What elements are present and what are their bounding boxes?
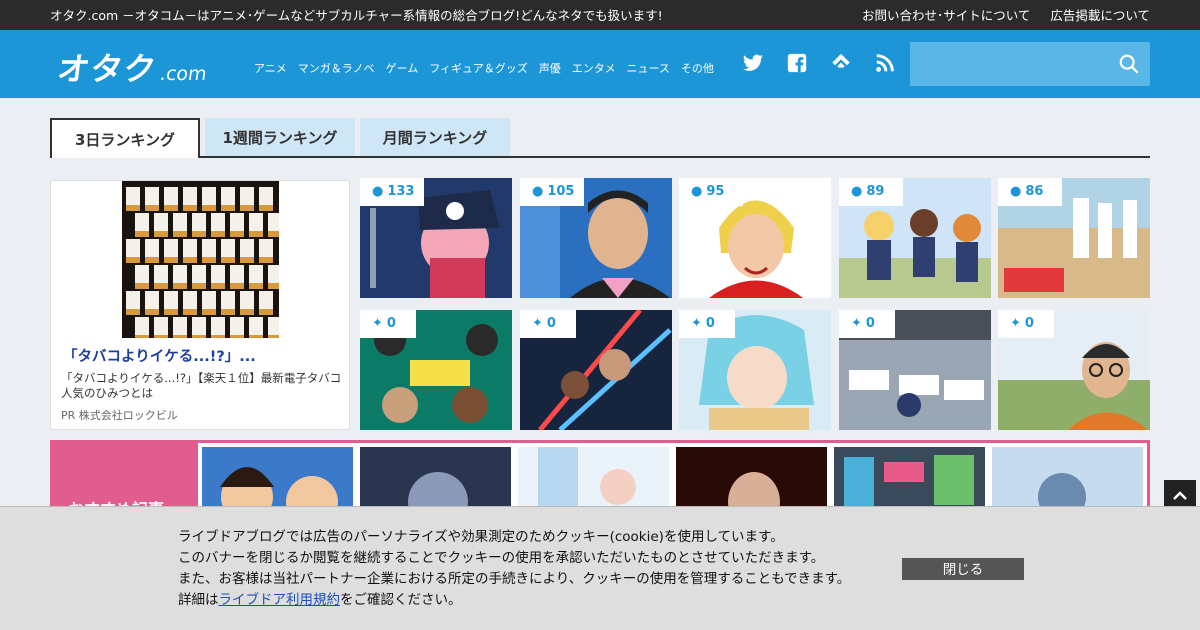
nav-item-news[interactable]: ニュース xyxy=(626,60,669,76)
tweet-count: 0 xyxy=(705,316,715,331)
comment-count: 105 xyxy=(547,184,575,199)
social-links xyxy=(742,52,896,74)
tab-3day-ranking[interactable]: 3日ランキング xyxy=(50,118,200,158)
ranking-card[interactable]: ✦ 0 xyxy=(679,310,831,430)
recommended-thumb[interactable] xyxy=(676,447,827,513)
comment-count: 89 xyxy=(866,184,885,199)
advertising-link[interactable]: 広告掲載について xyxy=(1050,0,1150,32)
recommended-thumb[interactable] xyxy=(992,447,1143,513)
comment-count-badge: ● 86 xyxy=(998,178,1062,206)
recommended-thumb[interactable] xyxy=(518,447,669,513)
cookie-details-suffix: をご確認ください。 xyxy=(340,592,462,608)
ranking-card[interactable]: ● 86 xyxy=(998,178,1150,298)
cookie-details-prefix: 詳細は xyxy=(178,592,219,608)
nav-item-figure[interactable]: フィギュア＆グッズ xyxy=(429,60,528,76)
contact-link[interactable]: お問い合わせ･サイトについて xyxy=(862,0,1030,32)
tweet-count-badge: ✦ 0 xyxy=(839,310,895,338)
nav-item-anime[interactable]: アニメ xyxy=(254,60,287,76)
feedly-icon[interactable] xyxy=(830,52,852,74)
twitter-icon[interactable] xyxy=(742,52,764,74)
tweet-count-badge: ✦ 0 xyxy=(360,310,416,338)
rss-icon[interactable] xyxy=(874,52,896,74)
tweet-count-badge: ✦ 0 xyxy=(998,310,1054,338)
tweet-count: 0 xyxy=(1024,316,1034,331)
twitter-icon: ✦ xyxy=(372,316,383,331)
site-tagline: オタク.com －オタコム－はアニメ･ゲームなどサブカルチャー系情報の総合ブログ… xyxy=(50,8,663,23)
recommended-strip: おすすめ記事 xyxy=(50,440,1150,519)
site-logo[interactable]: オタク.com xyxy=(55,44,211,90)
tab-weekly-ranking[interactable]: 1週間ランキング xyxy=(205,118,355,156)
nav-item-game[interactable]: ゲーム xyxy=(386,60,419,76)
tweet-count-badge: ✦ 0 xyxy=(679,310,735,338)
comment-icon: ● xyxy=(372,184,384,199)
ranking-card[interactable]: ● 133 xyxy=(360,178,512,298)
tweet-count: 0 xyxy=(546,316,556,331)
site-header: オタク.com アニメ マンガ＆ラノベ ゲーム フィギュア＆グッズ 声優 エンタ… xyxy=(0,30,1200,98)
logo-domain: .com xyxy=(158,63,209,85)
tweet-count: 0 xyxy=(386,316,396,331)
logo-text: オタク xyxy=(55,50,160,88)
comment-count: 86 xyxy=(1025,184,1044,199)
recommended-thumb[interactable] xyxy=(360,447,511,513)
recommended-thumb[interactable] xyxy=(202,447,353,513)
ad-sponsor: PR 株式会社ロックビル xyxy=(61,409,178,422)
twitter-icon: ✦ xyxy=(1010,316,1021,331)
comment-icon: ● xyxy=(532,184,544,199)
ranking-card[interactable]: ✦ 0 xyxy=(520,310,672,430)
comment-count-badge: ● 133 xyxy=(360,178,424,206)
ad-description: 「タバコよりイケる...!?」【楽天１位】最新電子タバコ人気のひみつとは xyxy=(61,371,342,400)
ranking-card[interactable]: ✦ 0 xyxy=(839,310,991,430)
tweet-count: 0 xyxy=(865,316,875,331)
cookie-text-line2: このバナーを閉じるか閲覧を継続することでクッキーの使用を承認いただいたものとさせ… xyxy=(178,550,825,566)
comment-count-badge: ● 95 xyxy=(679,178,743,206)
nav-item-entame[interactable]: エンタメ xyxy=(572,60,616,76)
comment-count: 95 xyxy=(706,184,725,199)
comment-icon: ● xyxy=(851,184,863,199)
ad-image[interactable] xyxy=(122,181,279,338)
nav-item-seiyu[interactable]: 声優 xyxy=(539,60,561,76)
tab-monthly-ranking[interactable]: 月間ランキング xyxy=(360,118,510,156)
twitter-icon: ✦ xyxy=(532,316,543,331)
search-box[interactable] xyxy=(910,42,1150,86)
ranking-card[interactable]: ✦ 0 xyxy=(998,310,1150,430)
ranking-card[interactable]: ✦ 0 xyxy=(360,310,512,430)
recommended-label: おすすめ記事 xyxy=(50,440,195,519)
nav-item-other[interactable]: その他 xyxy=(681,60,714,76)
terms-link[interactable]: ライブドア利用規約 xyxy=(219,592,341,608)
twitter-icon: ✦ xyxy=(851,316,862,331)
search-icon[interactable] xyxy=(1118,53,1140,75)
facebook-icon[interactable] xyxy=(786,52,808,74)
comment-icon: ● xyxy=(1010,184,1022,199)
sponsored-ad[interactable]: 「タバコよりイケる...!?」... 「タバコよりイケる...!?」【楽天１位】… xyxy=(50,180,350,430)
recommended-thumb[interactable] xyxy=(834,447,985,513)
category-nav: アニメ マンガ＆ラノベ ゲーム フィギュア＆グッズ 声優 エンタメ ニュース そ… xyxy=(254,60,714,76)
ranking-card[interactable]: ● 95 xyxy=(679,178,831,298)
tweet-count-badge: ✦ 0 xyxy=(520,310,576,338)
cookie-text-line4: 詳細はライブドア利用規約をご確認ください。 xyxy=(178,590,850,611)
comment-count: 133 xyxy=(387,184,415,199)
twitter-icon: ✦ xyxy=(691,316,702,331)
ranking-card[interactable]: ● 105 xyxy=(520,178,672,298)
ranking-tabs: 3日ランキング 1週間ランキング 月間ランキング xyxy=(50,118,1150,158)
recommended-thumbnails xyxy=(195,440,1150,513)
comment-icon: ● xyxy=(691,184,703,199)
top-bar: オタク.com －オタコム－はアニメ･ゲームなどサブカルチャー系情報の総合ブログ… xyxy=(0,0,1200,30)
ranking-card[interactable]: ● 89 xyxy=(839,178,991,298)
cookie-text-line1: ライブドアブログでは広告のパーソナライズや効果測定のためクッキー(cookie)… xyxy=(178,529,784,545)
nav-item-manga[interactable]: マンガ＆ラノベ xyxy=(298,60,375,76)
cookie-close-button[interactable]: 閉じる xyxy=(902,558,1024,580)
ad-title[interactable]: 「タバコよりイケる...!?」... xyxy=(63,345,256,366)
cookie-banner: ライブドアブログでは広告のパーソナライズや効果測定のためクッキー(cookie)… xyxy=(0,506,1200,630)
comment-count-badge: ● 89 xyxy=(839,178,903,206)
cookie-text-line3: また、お客様は当社パートナー企業における所定の手続きにより、クッキーの使用を管理… xyxy=(178,571,851,587)
comment-count-badge: ● 105 xyxy=(520,178,584,206)
